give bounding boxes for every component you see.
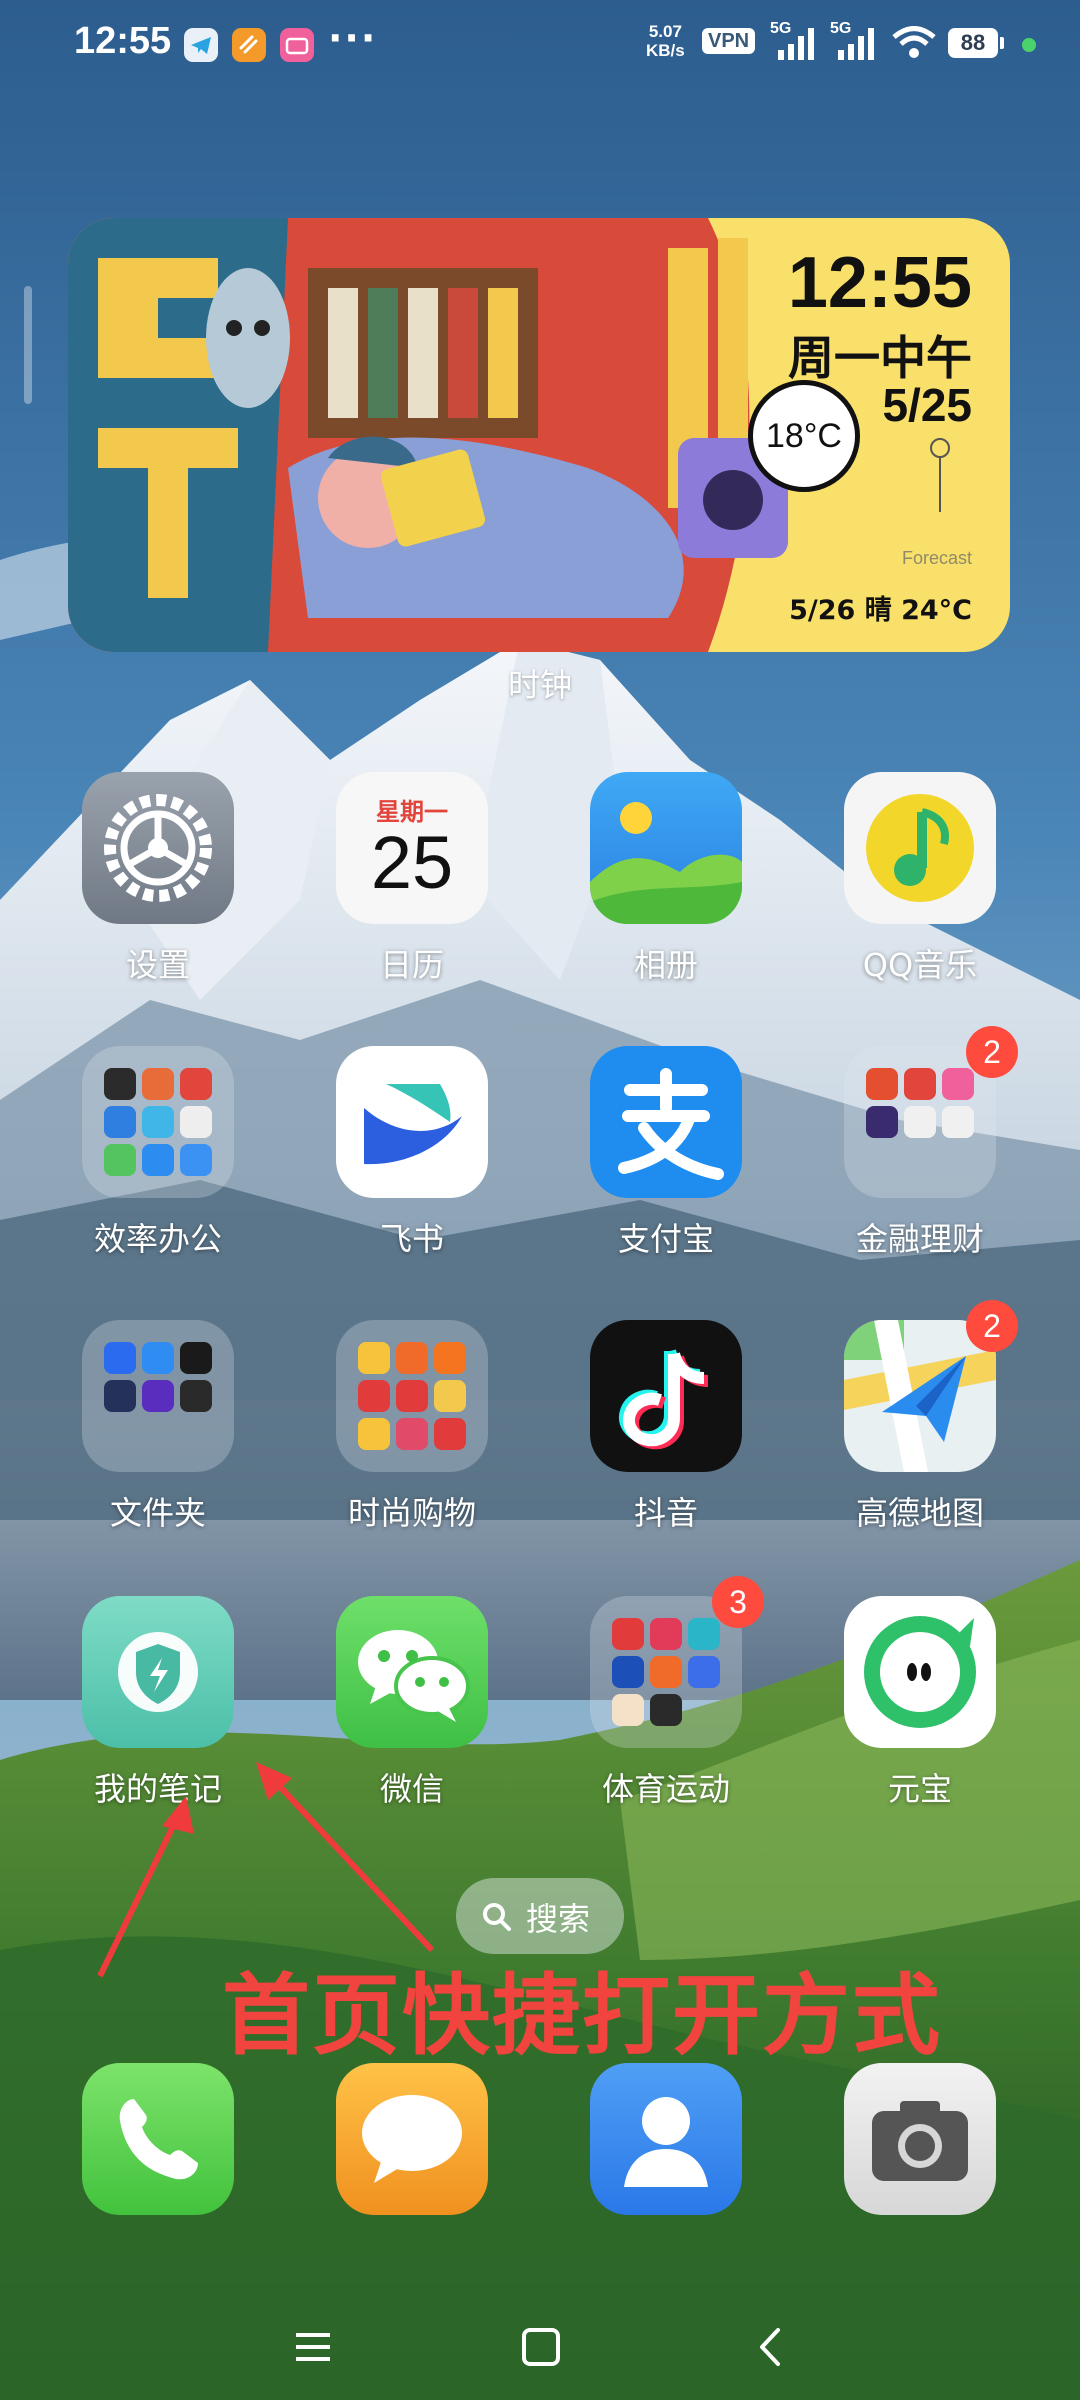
annotation-text: 首页快捷打开方式 [222,1964,943,2067]
